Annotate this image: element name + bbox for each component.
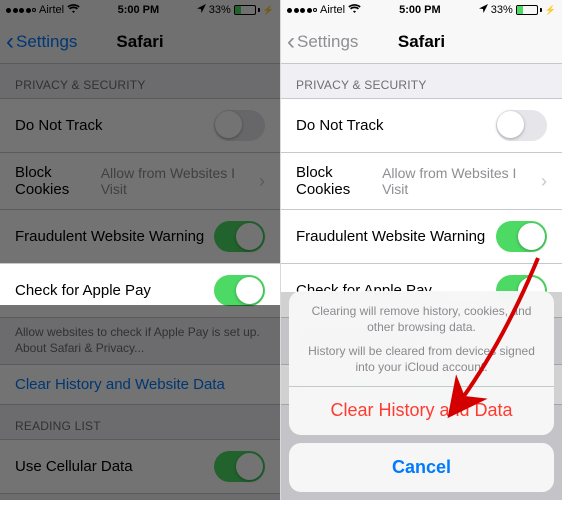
row-fraud-warning[interactable]: Fraudulent Website Warning	[0, 210, 280, 264]
battery-icon	[516, 5, 542, 15]
toggle-fraud-warning[interactable]	[496, 221, 547, 252]
row-label: Fraudulent Website Warning	[15, 228, 204, 245]
screenshot-step-1: Airtel 5:00 PM 33% ⚡ ‹ Settings Safari	[0, 0, 281, 500]
chevron-left-icon: ‹	[287, 30, 295, 54]
status-bar: Airtel 5:00 PM 33% ⚡	[281, 0, 562, 20]
carrier-label: Airtel	[320, 4, 345, 16]
toggle-do-not-track[interactable]	[214, 110, 265, 141]
location-icon	[197, 4, 206, 16]
battery-percent: 33%	[491, 4, 513, 16]
wifi-icon	[348, 4, 361, 17]
action-sheet: Clearing will remove history, cookies, a…	[281, 280, 562, 500]
nav-bar: ‹ Settings Safari	[0, 20, 280, 64]
settings-list: PRIVACY & SECURITY Do Not Track Block Co…	[0, 64, 280, 500]
clear-history-and-data-button[interactable]: Clear History and Data	[289, 386, 554, 435]
chevron-right-icon: ›	[541, 171, 547, 192]
row-fraud-warning[interactable]: Fraudulent Website Warning	[281, 210, 562, 264]
clock-label: 5:00 PM	[118, 4, 160, 16]
row-do-not-track[interactable]: Do Not Track	[281, 99, 562, 153]
wifi-icon	[67, 4, 80, 17]
row-detail: Allow from Websites I Visit	[382, 165, 535, 197]
action-sheet-message: Clearing will remove history, cookies, a…	[289, 291, 554, 386]
chevron-left-icon: ‹	[6, 30, 14, 54]
row-label: Block Cookies	[296, 164, 382, 198]
row-label: Use Cellular Data	[15, 458, 133, 475]
section-footer-cellular: Use cellular network to save Reading Lis…	[0, 494, 280, 500]
section-header-reading: READING LIST	[0, 405, 280, 439]
toggle-apple-pay[interactable]	[214, 275, 265, 306]
back-button[interactable]: ‹ Settings	[0, 30, 77, 54]
carrier-label: Airtel	[39, 4, 64, 16]
back-button[interactable]: ‹ Settings	[281, 30, 358, 54]
battery-percent: 33%	[209, 4, 231, 16]
row-clear-history[interactable]: Clear History and Website Data	[0, 364, 280, 405]
location-icon	[479, 4, 488, 16]
charging-icon: ⚡	[545, 5, 556, 16]
chevron-right-icon: ›	[259, 171, 265, 192]
signal-dots-icon	[287, 8, 317, 13]
row-block-cookies[interactable]: Block Cookies Allow from Websites I Visi…	[0, 153, 280, 210]
back-label: Settings	[297, 32, 358, 52]
row-detail: Allow from Websites I Visit	[101, 165, 253, 197]
toggle-fraud-warning[interactable]	[214, 221, 265, 252]
row-label: Do Not Track	[296, 117, 384, 134]
cancel-button[interactable]: Cancel	[289, 443, 554, 492]
status-bar: Airtel 5:00 PM 33% ⚡	[0, 0, 280, 20]
action-sheet-cancel-block: Cancel	[289, 443, 554, 492]
screenshot-step-2: Airtel 5:00 PM 33% ⚡ ‹ Settings Safari	[281, 0, 562, 500]
charging-icon: ⚡	[263, 5, 274, 16]
toggle-cellular[interactable]	[214, 451, 265, 482]
row-apple-pay[interactable]: Check for Apple Pay	[0, 264, 280, 317]
row-label: Block Cookies	[15, 164, 101, 198]
about-safari-privacy-link[interactable]: About Safari & Privacy...	[15, 341, 144, 355]
nav-bar: ‹ Settings Safari	[281, 20, 562, 64]
back-label: Settings	[16, 32, 77, 52]
action-sheet-main: Clearing will remove history, cookies, a…	[289, 291, 554, 435]
battery-icon	[234, 5, 260, 15]
section-header-privacy: PRIVACY & SECURITY	[281, 64, 562, 98]
row-label: Fraudulent Website Warning	[296, 228, 485, 245]
toggle-do-not-track[interactable]	[496, 110, 547, 141]
section-footer-apple-pay: Allow websites to check if Apple Pay is …	[0, 318, 280, 364]
clock-label: 5:00 PM	[399, 4, 441, 16]
row-do-not-track[interactable]: Do Not Track	[0, 99, 280, 153]
row-cellular-data[interactable]: Use Cellular Data	[0, 440, 280, 493]
row-label: Do Not Track	[15, 117, 103, 134]
signal-dots-icon	[6, 8, 36, 13]
row-label: Clear History and Website Data	[15, 376, 225, 393]
row-label: Check for Apple Pay	[15, 282, 151, 299]
section-header-privacy: PRIVACY & SECURITY	[0, 64, 280, 98]
row-block-cookies[interactable]: Block Cookies Allow from Websites I Visi…	[281, 153, 562, 210]
